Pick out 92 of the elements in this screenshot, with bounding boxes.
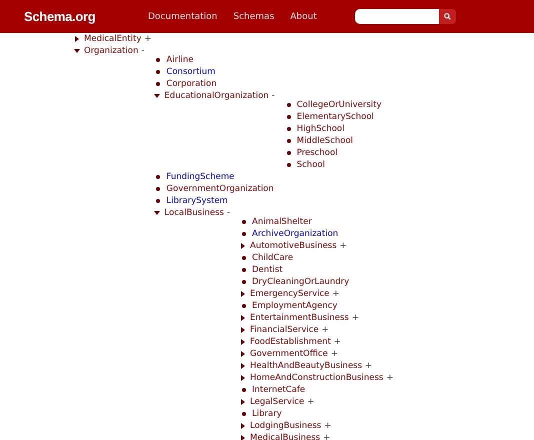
toggle-sign[interactable]: - [226, 208, 230, 218]
tree-item-link[interactable]: InternetCafe [252, 385, 306, 395]
tree-item-link[interactable]: ElementarySchool [296, 112, 374, 122]
tree-item-link[interactable]: LegalService [250, 397, 304, 407]
search-button[interactable] [439, 9, 456, 24]
bullet-icon [286, 151, 291, 155]
nav-link[interactable]: Schemas [233, 12, 274, 22]
bullet-icon [242, 256, 246, 260]
collapse-arrow-icon[interactable] [154, 93, 160, 99]
search-field[interactable] [355, 9, 439, 24]
collapse-arrow-icon[interactable] [74, 48, 80, 54]
tree-item-link[interactable]: LocalBusiness [164, 208, 224, 218]
expand-arrow-icon[interactable] [240, 399, 246, 405]
bullet-icon [242, 268, 246, 272]
bullet-icon [242, 220, 246, 224]
nav-link[interactable]: Documentation [148, 12, 218, 22]
tree-item-link[interactable]: Preschool [296, 148, 338, 158]
tree-item-link[interactable]: Library [252, 409, 282, 419]
bullet-icon [286, 127, 291, 131]
toggle-sign[interactable]: + [144, 34, 152, 44]
tree-item-link[interactable]: DryCleaningOrLaundry [252, 277, 350, 287]
expand-arrow-icon[interactable] [240, 339, 246, 345]
toggle-sign[interactable]: + [323, 433, 330, 440]
bullet-icon [242, 280, 246, 284]
tree-item-link[interactable]: HealthAndBeautyBusiness [250, 361, 362, 371]
expand-arrow-icon[interactable] [240, 351, 246, 357]
tree-item-link[interactable]: School [296, 160, 325, 170]
site-logo[interactable]: Schema.org [24, 9, 148, 24]
tree-item-link[interactable]: Organization [84, 46, 138, 56]
tree-item-link[interactable]: Corporation [166, 79, 217, 89]
bullet-icon [286, 115, 291, 119]
tree-item-link[interactable]: AutomotiveBusiness [250, 241, 337, 251]
nav-link[interactable]: About [290, 12, 317, 22]
tree-item-link[interactable]: Dentist [252, 265, 283, 275]
expand-arrow-icon[interactable] [240, 423, 246, 429]
tree-item-link[interactable]: LibrarySystem [166, 196, 228, 206]
tree-item-link[interactable]: Consortium [166, 67, 216, 77]
tree-item-link[interactable]: GovernmentOrganization [166, 184, 274, 194]
tree-item-link[interactable]: EntertainmentBusiness [250, 313, 349, 323]
toggle-sign[interactable]: - [272, 91, 275, 101]
expand-arrow-icon[interactable] [240, 315, 246, 321]
tree-item-link[interactable]: GovernmentOffice [250, 349, 328, 359]
expand-arrow-icon[interactable] [240, 435, 246, 440]
toggle-sign[interactable]: + [322, 325, 329, 335]
tree-item-link[interactable]: CollegeOrUniversity [296, 100, 382, 110]
bullet-icon [156, 175, 160, 179]
bullet-icon [286, 163, 291, 167]
tree-item-link[interactable]: EmploymentAgency [252, 301, 338, 311]
toggle-sign[interactable]: + [307, 397, 314, 407]
tree-item-link[interactable]: FoodEstablishment [250, 337, 331, 347]
toggle-sign[interactable]: + [352, 313, 359, 323]
toggle-sign[interactable]: + [324, 421, 332, 431]
expand-arrow-icon[interactable] [240, 327, 246, 333]
collapse-arrow-icon[interactable] [154, 210, 160, 216]
expand-arrow-icon[interactable] [240, 375, 246, 381]
tree-item-link[interactable]: FundingScheme [166, 172, 234, 182]
expand-arrow-icon[interactable] [240, 363, 246, 369]
tree-item-link[interactable]: HighSchool [296, 124, 344, 134]
bullet-icon [242, 388, 246, 392]
bullet-icon [286, 103, 291, 107]
tree-item-link[interactable]: Airline [166, 55, 194, 65]
toggle-sign[interactable]: + [334, 337, 342, 347]
search-icon [444, 13, 451, 20]
bullet-icon [286, 139, 291, 143]
bullet-icon [242, 304, 246, 308]
toggle-sign[interactable]: + [330, 349, 338, 359]
tree-item-link[interactable]: HomeAndConstructionBusiness [250, 373, 384, 383]
bullet-icon [156, 187, 160, 191]
expand-arrow-icon[interactable] [240, 291, 246, 297]
toggle-sign[interactable]: + [386, 373, 394, 383]
bullet-icon [156, 82, 160, 86]
bullet-icon [156, 58, 160, 62]
tree-item-link[interactable]: ChildCare [252, 253, 294, 263]
toggle-sign[interactable]: + [340, 241, 347, 251]
expand-arrow-icon[interactable] [240, 243, 246, 249]
tree-item-link[interactable]: AnimalShelter [252, 217, 312, 227]
tree-item-link[interactable]: MedicalEntity [84, 34, 142, 44]
toggle-sign[interactable]: + [365, 361, 372, 371]
bullet-icon [242, 232, 246, 236]
tree-item-link[interactable]: FinancialService [250, 325, 319, 335]
tree-item-link[interactable]: LodgingBusiness [250, 421, 322, 431]
tree-item-link[interactable]: MiddleSchool [296, 136, 354, 146]
toggle-sign[interactable]: + [332, 289, 340, 299]
bullet-icon [156, 70, 160, 74]
tree-item-link[interactable]: EmergencyService [250, 289, 330, 299]
tree-item-link[interactable]: ArchiveOrganization [252, 229, 338, 239]
expand-arrow-icon[interactable] [74, 36, 80, 42]
tree-item-link[interactable]: MedicalBusiness [250, 433, 320, 440]
toggle-sign[interactable]: - [141, 46, 144, 56]
bullet-icon [156, 199, 160, 203]
tree-item-link[interactable]: EducationalOrganization [164, 91, 269, 101]
bullet-icon [242, 412, 246, 416]
